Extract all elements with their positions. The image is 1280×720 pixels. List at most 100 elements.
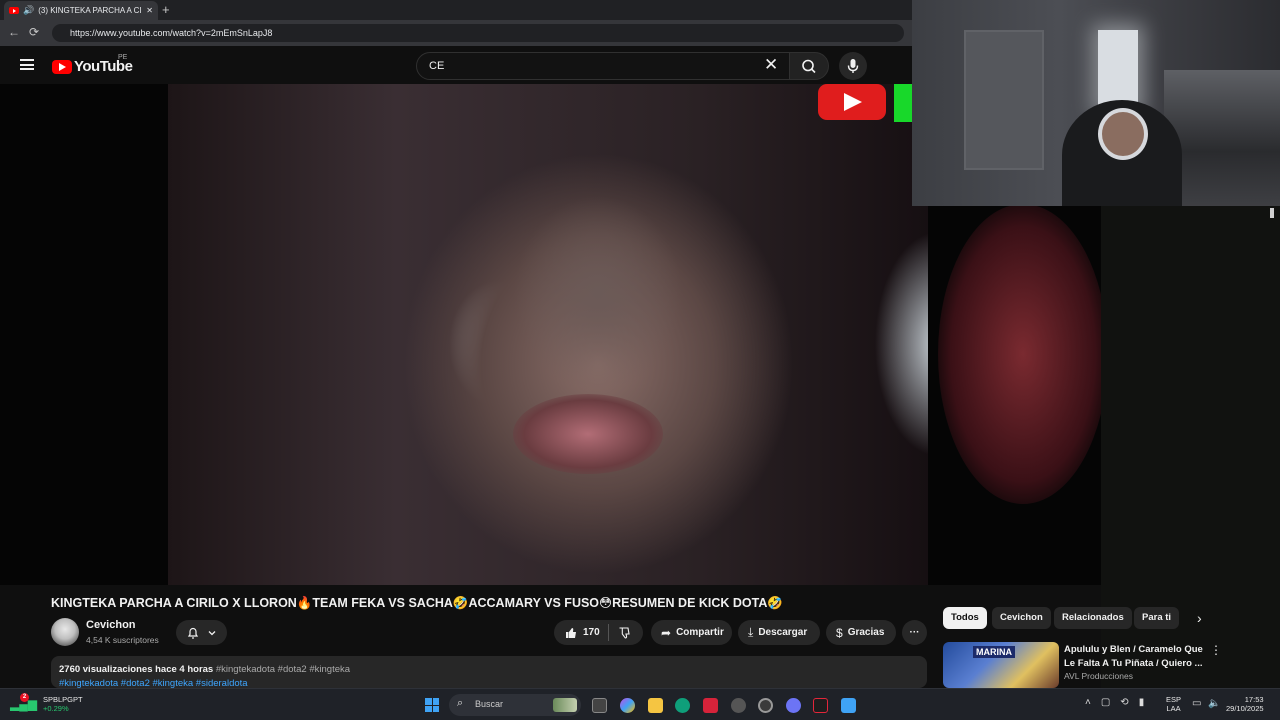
stock-widget[interactable]: ▂▄▆ 2 SPBLPGPT +0.29% xyxy=(10,693,83,713)
tray-chevron-up-icon[interactable]: ˄ xyxy=(1085,697,1091,708)
download-icon: ⤓ xyxy=(748,625,754,639)
youtube-header: YouTube PE CE ✕ xyxy=(0,46,912,84)
stock-change: +0.29% xyxy=(42,704,69,713)
notification-badge: 2 xyxy=(20,693,29,702)
tray-sync-icon[interactable]: ⟲ xyxy=(1120,697,1128,708)
stock-name: SPBLPGPT xyxy=(42,695,83,704)
super-thanks-icon: $ xyxy=(836,625,843,640)
language-bottom: LAA xyxy=(1166,704,1181,713)
kick-watermark-icon xyxy=(894,84,912,122)
volume-icon[interactable]: 🔈 xyxy=(1208,698,1220,709)
clock-date: 29/10/2025 xyxy=(1226,704,1264,713)
share-label: Compartir xyxy=(676,627,724,638)
share-icon: ➦ xyxy=(661,625,672,640)
display-icon[interactable]: ▭ xyxy=(1192,698,1201,709)
system-tray: ˄ ▢ ⟲ ▮ xyxy=(1085,697,1144,708)
notepad-icon[interactable] xyxy=(841,698,856,713)
file-explorer-icon[interactable] xyxy=(648,698,663,713)
close-tab-icon[interactable]: ✕ xyxy=(146,6,153,15)
clear-search-icon[interactable]: ✕ xyxy=(764,55,778,75)
thanks-label: Gracias xyxy=(847,627,885,638)
chip-cevichon[interactable]: Cevichon xyxy=(992,607,1051,629)
app-circle-icon[interactable] xyxy=(731,698,746,713)
url-field[interactable]: https://www.youtube.com/watch?v=2mEmSnLa… xyxy=(52,24,904,42)
edge-icon[interactable] xyxy=(675,698,690,713)
tab-title: (3) KINGTEKA PARCHA A CIR xyxy=(38,6,143,15)
webcam-overlay xyxy=(912,0,1280,206)
copilot-icon[interactable] xyxy=(620,698,635,713)
download-button[interactable]: ⤓ Descargar xyxy=(738,620,820,645)
discord-icon[interactable] xyxy=(786,698,801,713)
chips-next-arrow-icon[interactable]: › xyxy=(1197,610,1202,626)
windows-taskbar: ▂▄▆ 2 SPBLPGPT +0.29% ⌕ Buscar ˄ ▢ ⟲ ▮ E… xyxy=(0,688,1280,720)
country-code: PE xyxy=(118,54,128,61)
app-m-icon[interactable] xyxy=(813,698,828,713)
clock-time: 17:53 xyxy=(1244,695,1264,704)
windows-start-icon[interactable] xyxy=(425,698,439,712)
view-count: 2760 visualizaciones xyxy=(59,664,153,675)
share-button[interactable]: ➦ Compartir xyxy=(651,620,732,645)
thumbnail-label: MARINA xyxy=(973,646,1015,658)
subscriber-count: 4,54 K suscriptores xyxy=(86,635,159,645)
chip-relacionados[interactable]: Relacionados xyxy=(1054,607,1132,629)
language-top: ESP xyxy=(1166,695,1182,704)
app-w-icon[interactable] xyxy=(703,698,718,713)
youtube-watermark-icon xyxy=(818,84,886,120)
video-frame xyxy=(168,84,1101,585)
notifications-button[interactable] xyxy=(176,620,227,645)
webcam-door xyxy=(964,30,1044,170)
recommendation-menu-icon[interactable]: ⋮ xyxy=(1210,643,1222,657)
gaming-chair xyxy=(938,204,1101,504)
description-hashtags[interactable]: #kingtekadota #dota2 #kingteka #siderald… xyxy=(59,678,919,688)
voice-search-button[interactable] xyxy=(839,52,867,80)
download-label: Descargar xyxy=(758,627,808,638)
tray-mic-icon[interactable]: ▮ xyxy=(1139,697,1145,708)
chip-para-ti[interactable]: Para ti xyxy=(1134,607,1180,629)
search-button[interactable] xyxy=(789,52,829,80)
menu-hamburger-icon[interactable] xyxy=(20,59,34,70)
description-box[interactable]: 2760 visualizaciones hace 4 horas #kingt… xyxy=(51,656,927,688)
recommendation-title[interactable]: Apululu y Blen / Caramelo Que Le Falta A… xyxy=(1064,643,1204,670)
channel-avatar[interactable] xyxy=(51,618,79,646)
search-input[interactable]: CE xyxy=(416,52,790,80)
browser-tab[interactable]: 🔊 (3) KINGTEKA PARCHA A CIR ✕ xyxy=(4,1,158,20)
chip-todos[interactable]: Todos xyxy=(943,607,987,629)
browser-tab-bar: 🔊 (3) KINGTEKA PARCHA A CIR ✕ + xyxy=(0,0,912,20)
speaker-icon[interactable]: 🔊 xyxy=(23,5,34,16)
webcam-person-head xyxy=(1098,108,1148,160)
new-tab-button[interactable]: + xyxy=(162,2,170,17)
language-indicator[interactable]: ESP LAA xyxy=(1166,695,1181,713)
more-actions-button[interactable]: ··· xyxy=(902,620,927,645)
like-dislike-group: 170 xyxy=(554,620,643,645)
webcam-window xyxy=(1098,30,1138,110)
dislike-icon[interactable] xyxy=(617,626,631,640)
youtube-logo[interactable]: YouTube PE xyxy=(52,54,133,75)
taskbar-search-icon: ⌕ xyxy=(457,697,464,709)
channel-name[interactable]: Cevichon xyxy=(86,619,136,631)
description-tags[interactable]: #kingtekadota #dota2 #kingteka xyxy=(216,664,350,675)
scrollbar-thumb[interactable] xyxy=(1270,208,1274,218)
recommendation-channel[interactable]: AVL Producciones xyxy=(1064,671,1133,681)
address-bar-row: ← ⟳ https://www.youtube.com/watch?v=2mEm… xyxy=(0,20,912,46)
tray-app-icon[interactable]: ▢ xyxy=(1101,697,1110,708)
reload-icon[interactable]: ⟳ xyxy=(29,25,39,39)
youtube-play-logo-icon xyxy=(52,59,72,74)
like-count[interactable]: 170 xyxy=(583,627,600,638)
search-icon xyxy=(802,59,816,74)
task-view-icon[interactable] xyxy=(592,698,607,713)
obs-icon[interactable] xyxy=(758,698,773,713)
microphone-icon xyxy=(847,59,859,73)
taskbar-search[interactable]: ⌕ Buscar xyxy=(449,694,581,716)
upload-age: hace 4 horas xyxy=(155,664,214,675)
back-icon[interactable]: ← xyxy=(8,25,20,39)
thanks-button[interactable]: $ Gracias xyxy=(826,620,896,645)
search-highlight-image xyxy=(553,698,577,712)
youtube-favicon-icon xyxy=(9,7,19,14)
like-divider xyxy=(607,624,609,641)
taskbar-search-label: Buscar xyxy=(475,699,504,709)
chevron-down-icon xyxy=(208,630,216,635)
clock[interactable]: 17:53 29/10/2025 xyxy=(1226,695,1264,713)
recommendation-thumbnail[interactable]: MARINA xyxy=(943,642,1059,688)
like-icon[interactable] xyxy=(564,626,578,640)
more-icon: ··· xyxy=(909,627,920,638)
